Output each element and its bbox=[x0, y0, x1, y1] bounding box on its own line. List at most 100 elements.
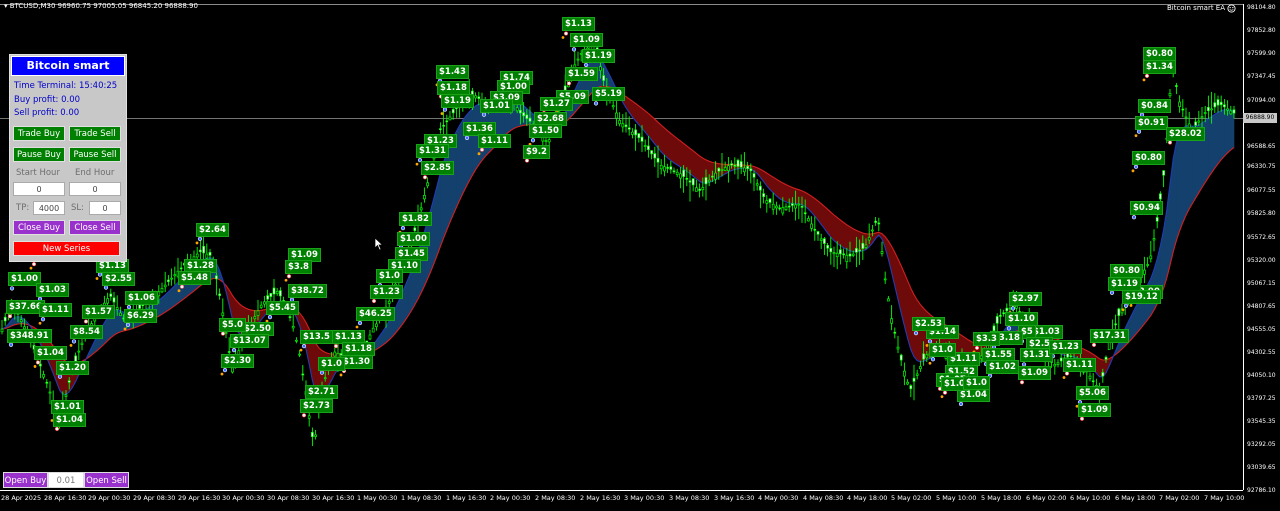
y-tick: 95572.65 bbox=[1247, 234, 1276, 241]
ma-fill-down bbox=[673, 135, 678, 166]
candle-body bbox=[858, 249, 861, 252]
candle-body bbox=[115, 307, 119, 310]
candle-body bbox=[682, 169, 685, 177]
pause-sell-button[interactable]: Pause Sell bbox=[69, 147, 121, 162]
trade-profit-label: $1.18 bbox=[437, 80, 470, 95]
candle-body bbox=[451, 109, 455, 114]
trade-profit-label: $1.06 bbox=[125, 291, 158, 306]
new-series-button[interactable]: New Series bbox=[13, 241, 120, 256]
candle-body bbox=[224, 332, 228, 334]
close-buy-button[interactable]: Close Buy bbox=[13, 220, 65, 235]
trade-profit-label: $1.31 bbox=[416, 144, 449, 159]
close-order-marker bbox=[38, 321, 42, 325]
candle-body bbox=[528, 117, 532, 122]
ma-fill-down bbox=[920, 303, 924, 363]
close-order-marker bbox=[940, 395, 944, 399]
close-sell-button[interactable]: Close Sell bbox=[69, 220, 121, 235]
candle-body bbox=[167, 279, 170, 282]
close-order-marker bbox=[29, 266, 33, 270]
trade-profit-label: $2.30 bbox=[221, 354, 254, 369]
trade-profit-label: $28.02 bbox=[1166, 126, 1205, 141]
candle-body bbox=[925, 354, 929, 359]
ma-fill-down bbox=[798, 189, 803, 205]
open-sell-button[interactable]: Open Sell bbox=[84, 472, 129, 488]
candle-body bbox=[999, 314, 1002, 317]
candle-body bbox=[445, 120, 449, 123]
pause-buy-button[interactable]: Pause Buy bbox=[13, 147, 65, 162]
candle-body bbox=[835, 252, 839, 258]
tp-input[interactable]: 4000 bbox=[33, 201, 65, 215]
candle-body bbox=[701, 187, 705, 191]
y-tick: 93292.05 bbox=[1247, 441, 1276, 448]
close-order-marker bbox=[339, 373, 343, 377]
x-tick: 3 May 00:30 bbox=[624, 494, 665, 502]
candle-body bbox=[279, 290, 282, 297]
x-tick: 28 Apr 16:30 bbox=[44, 494, 87, 502]
candle-body bbox=[864, 244, 868, 248]
end-hour-input[interactable]: 0 bbox=[69, 182, 121, 196]
candle-body bbox=[160, 288, 164, 293]
candle-body bbox=[1178, 101, 1181, 107]
candle-body bbox=[39, 363, 42, 367]
candle-body bbox=[179, 267, 183, 270]
candle-body bbox=[1059, 357, 1063, 362]
candle-body bbox=[880, 251, 884, 254]
trade-buy-button[interactable]: Trade Buy bbox=[13, 126, 65, 141]
ma-fill-down bbox=[692, 150, 697, 180]
candle-body bbox=[867, 237, 871, 241]
trade-profit-label: $1.31 bbox=[1020, 348, 1053, 363]
sell-order-marker bbox=[422, 175, 428, 180]
candle-body bbox=[643, 145, 647, 147]
candle-body bbox=[157, 291, 161, 297]
buy-order-marker bbox=[357, 320, 363, 326]
trade-profit-label: $0.80 bbox=[1132, 150, 1165, 165]
candle-body bbox=[813, 229, 817, 231]
ma-fill-up bbox=[1227, 109, 1232, 154]
candle-body bbox=[839, 249, 842, 255]
x-tick: 6 May 02:00 bbox=[1026, 494, 1067, 502]
sl-input[interactable]: 0 bbox=[89, 201, 121, 215]
candle-body bbox=[48, 391, 52, 394]
smiley-icon[interactable] bbox=[1227, 4, 1236, 13]
ma-fill-down bbox=[689, 147, 694, 177]
candle-body bbox=[208, 252, 212, 256]
candle-body bbox=[1197, 120, 1201, 123]
trade-profit-label: $1.00 bbox=[397, 231, 430, 246]
sell-order-marker bbox=[31, 262, 37, 267]
candle-body bbox=[291, 325, 295, 329]
ma-fill-down bbox=[683, 142, 688, 172]
trade-profit-label: $13.07 bbox=[230, 334, 269, 349]
buy-order-marker bbox=[1123, 303, 1129, 308]
candle-body bbox=[1184, 116, 1188, 119]
buy-order-marker bbox=[1136, 129, 1142, 134]
candle-body bbox=[205, 253, 209, 259]
price-chart[interactable] bbox=[0, 0, 1280, 511]
sell-order-marker bbox=[286, 274, 292, 279]
candle-body bbox=[768, 198, 772, 203]
sell-order-marker bbox=[566, 81, 572, 86]
x-tick: 1 May 16:30 bbox=[446, 494, 487, 502]
buy-profit: Buy profit: 0.00 bbox=[14, 95, 81, 105]
ma-fill-up bbox=[1224, 109, 1228, 157]
trade-profit-label: $1.50 bbox=[529, 124, 562, 139]
trade-profit-label: $1.01 bbox=[480, 98, 513, 113]
candle-body bbox=[602, 75, 605, 81]
candle-body bbox=[19, 319, 23, 322]
candle-body bbox=[163, 284, 167, 288]
candle-body bbox=[1114, 323, 1117, 326]
open-buy-button[interactable]: Open Buy bbox=[3, 472, 48, 488]
candle-body bbox=[423, 194, 426, 200]
x-tick: 2 May 16:30 bbox=[580, 494, 621, 502]
buy-order-marker bbox=[583, 62, 589, 68]
ma-fill-down bbox=[836, 217, 841, 247]
start-hour-input[interactable]: 0 bbox=[13, 182, 65, 196]
candle-body bbox=[781, 207, 785, 214]
mouse-cursor-icon bbox=[374, 237, 384, 251]
buy-order-marker bbox=[530, 138, 536, 143]
trade-profit-label: $3.3 bbox=[973, 331, 1000, 346]
trade-sell-button[interactable]: Trade Sell bbox=[69, 126, 121, 141]
ma-fill-down bbox=[667, 130, 672, 162]
candle-body bbox=[599, 66, 602, 71]
lot-input[interactable]: 0.01 bbox=[48, 472, 84, 488]
sell-order-marker bbox=[54, 426, 60, 431]
